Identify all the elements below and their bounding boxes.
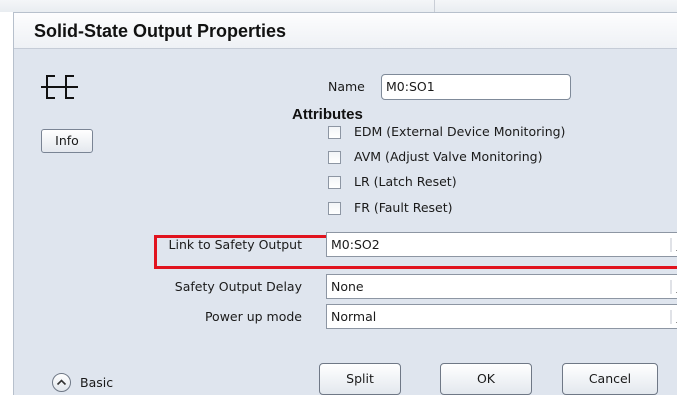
dialog-title: Solid-State Output Properties <box>34 21 287 41</box>
avm-checkbox-label: AVM (Adjust Valve Monitoring) <box>354 149 543 164</box>
chevron-up-circle-icon[interactable] <box>52 373 71 392</box>
title-bar: Solid-State Output Properties <box>14 13 677 49</box>
name-label: Name <box>328 79 365 94</box>
power-up-mode-value: Normal <box>331 309 377 324</box>
cancel-button[interactable]: Cancel <box>562 363 658 395</box>
power-up-mode-dropdown[interactable]: Normal <box>326 304 677 329</box>
info-button[interactable]: Info <box>41 129 93 153</box>
link-to-safety-output-label: Link to Safety Output <box>168 237 302 252</box>
ok-button[interactable]: OK <box>440 363 532 395</box>
properties-dialog: Solid-State Output Properties Info Name … <box>13 12 677 395</box>
background-divider <box>434 0 435 12</box>
safety-output-delay-value: None <box>331 279 364 294</box>
safety-output-delay-dropdown[interactable]: None <box>326 274 677 299</box>
lr-checkbox[interactable] <box>328 176 341 189</box>
edm-checkbox-label: EDM (External Device Monitoring) <box>354 124 566 139</box>
dropdown-arrow-icon <box>670 280 677 294</box>
dropdown-arrow-icon <box>670 238 677 252</box>
link-to-safety-output-dropdown[interactable]: M0:SO2 <box>326 232 677 257</box>
lr-checkbox-label: LR (Latch Reset) <box>354 174 457 189</box>
dropdown-arrow-icon <box>670 310 677 324</box>
power-up-mode-label: Power up mode <box>204 309 302 324</box>
name-field[interactable]: M0:SO1 <box>381 74 571 100</box>
background-toolbar-strip <box>0 0 677 12</box>
fr-checkbox[interactable] <box>328 202 341 215</box>
edm-checkbox[interactable] <box>328 126 341 139</box>
link-to-safety-output-value: M0:SO2 <box>331 237 380 252</box>
basic-label: Basic <box>80 375 114 390</box>
avm-checkbox[interactable] <box>328 151 341 164</box>
attributes-heading: Attributes <box>292 106 363 123</box>
safety-output-delay-label: Safety Output Delay <box>174 279 302 294</box>
solid-state-output-icon <box>41 75 78 99</box>
fr-checkbox-label: FR (Fault Reset) <box>354 200 453 215</box>
split-button[interactable]: Split <box>319 363 401 395</box>
